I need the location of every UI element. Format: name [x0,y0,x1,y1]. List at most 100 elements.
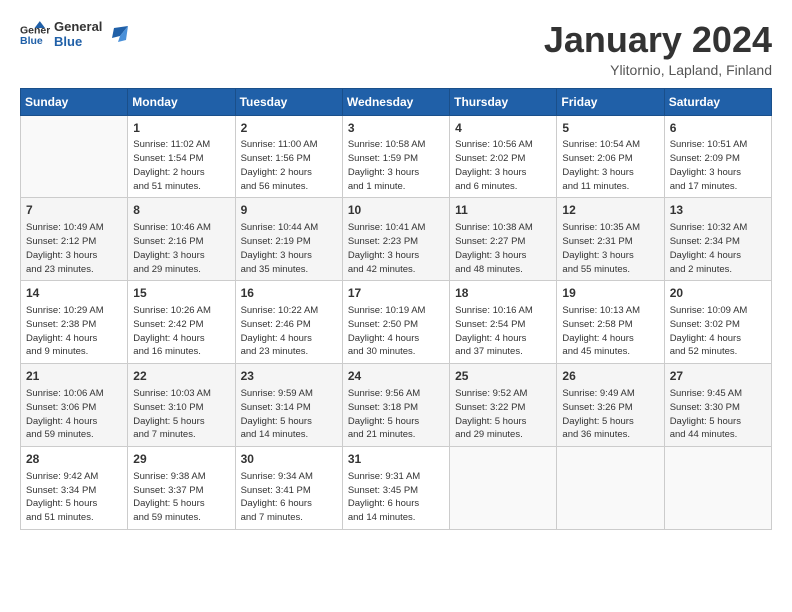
day-info: Sunrise: 10:56 AMSunset: 2:02 PMDaylight… [455,138,551,193]
day-info: Sunrise: 9:34 AMSunset: 3:41 PMDaylight:… [241,470,337,525]
calendar-cell: 3Sunrise: 10:58 AMSunset: 1:59 PMDayligh… [342,115,449,198]
calendar-cell: 1Sunrise: 11:02 AMSunset: 1:54 PMDayligh… [128,115,235,198]
calendar-cell: 22 Sunrise: 10:03 AMSunset: 3:10 PMDaylig… [128,364,235,447]
calendar-cell: 19Sunrise: 10:13 AMSunset: 2:58 PMDaylig… [557,281,664,364]
weekday-header-monday: Monday [128,88,235,115]
day-info: Sunrise: 10:35 AMSunset: 2:31 PMDaylight… [562,221,658,276]
calendar-cell: 5Sunrise: 10:54 AMSunset: 2:06 PMDayligh… [557,115,664,198]
logo-general-text: General [54,20,102,35]
day-info: Sunrise: 9:59 AMSunset: 3:14 PMDaylight:… [241,387,337,442]
day-number: 13 [670,202,766,219]
day-number: 22 [133,368,229,385]
day-info: Sunrise: 10:32 AMSunset: 2:34 PMDaylight… [670,221,766,276]
day-info: Sunrise: 11:00 AMSunset: 1:56 PMDaylight… [241,138,337,193]
day-number: 6 [670,120,766,137]
calendar-cell: 29 Sunrise: 9:38 AMSunset: 3:37 PMDayligh… [128,447,235,530]
day-number: 2 [241,120,337,137]
day-number: 19 [562,285,658,302]
calendar-cell [450,447,557,530]
calendar-cell: 7 Sunrise: 10:49 AMSunset: 2:12 PMDayligh… [21,198,128,281]
day-number: 8 [133,202,229,219]
day-info: Sunrise: 9:45 AMSunset: 3:30 PMDaylight:… [670,387,766,442]
weekday-header-friday: Friday [557,88,664,115]
calendar-cell: 26 Sunrise: 9:49 AMSunset: 3:26 PMDayligh… [557,364,664,447]
calendar-cell: 20Sunrise: 10:09 AMSunset: 3:02 PMDaylig… [664,281,771,364]
day-info: Sunrise: 9:52 AMSunset: 3:22 PMDaylight:… [455,387,551,442]
day-number: 23 [241,368,337,385]
day-number: 4 [455,120,551,137]
logo-blue-text: Blue [54,35,102,50]
day-number: 31 [348,451,444,468]
calendar-cell: 30Sunrise: 9:34 AMSunset: 3:41 PMDayligh… [235,447,342,530]
day-number: 14 [26,285,122,302]
day-info: Sunrise: 10:46 AMSunset: 2:16 PMDaylight… [133,221,229,276]
logo: General Blue General Blue [20,20,128,50]
calendar-cell: 27 Sunrise: 9:45 AMSunset: 3:30 PMDayligh… [664,364,771,447]
day-info: Sunrise: 9:49 AMSunset: 3:26 PMDaylight:… [562,387,658,442]
calendar-week-5: 28 Sunrise: 9:42 AMSunset: 3:34 PMDayligh… [21,447,772,530]
day-number: 9 [241,202,337,219]
month-title: January 2024 [544,20,772,60]
calendar-cell: 28 Sunrise: 9:42 AMSunset: 3:34 PMDayligh… [21,447,128,530]
calendar-week-2: 7 Sunrise: 10:49 AMSunset: 2:12 PMDayligh… [21,198,772,281]
day-info: Sunrise: 10:29 AMSunset: 2:38 PMDaylight… [26,304,122,359]
calendar-week-3: 14 Sunrise: 10:29 AMSunset: 2:38 PMDaylig… [21,281,772,364]
calendar-header: SundayMondayTuesdayWednesdayThursdayFrid… [21,88,772,115]
day-number: 5 [562,120,658,137]
page-header: General Blue General Blue January 2024 Y… [20,20,772,78]
calendar-cell: 16 Sunrise: 10:22 AMSunset: 2:46 PMDaylig… [235,281,342,364]
day-info: Sunrise: 10:22 AMSunset: 2:46 PMDaylight… [241,304,337,359]
calendar-table: SundayMondayTuesdayWednesdayThursdayFrid… [20,88,772,530]
day-info: Sunrise: 10:38 AMSunset: 2:27 PMDaylight… [455,221,551,276]
logo-bird-icon [106,24,128,46]
calendar-cell: 24 Sunrise: 9:56 AMSunset: 3:18 PMDayligh… [342,364,449,447]
calendar-cell: 6Sunrise: 10:51 AMSunset: 2:09 PMDayligh… [664,115,771,198]
calendar-cell: 15Sunrise: 10:26 AMSunset: 2:42 PMDaylig… [128,281,235,364]
day-number: 29 [133,451,229,468]
day-number: 24 [348,368,444,385]
calendar-cell [21,115,128,198]
calendar-cell: 14 Sunrise: 10:29 AMSunset: 2:38 PMDaylig… [21,281,128,364]
day-info: Sunrise: 10:19 AMSunset: 2:50 PMDaylight… [348,304,444,359]
day-number: 18 [455,285,551,302]
day-number: 3 [348,120,444,137]
calendar-cell: 10Sunrise: 10:41 AMSunset: 2:23 PMDaylig… [342,198,449,281]
calendar-cell: 2Sunrise: 11:00 AMSunset: 1:56 PMDayligh… [235,115,342,198]
weekday-header-tuesday: Tuesday [235,88,342,115]
weekday-header-sunday: Sunday [21,88,128,115]
calendar-cell: 4Sunrise: 10:56 AMSunset: 2:02 PMDayligh… [450,115,557,198]
calendar-cell: 17 Sunrise: 10:19 AMSunset: 2:50 PMDaylig… [342,281,449,364]
day-info: Sunrise: 10:26 AMSunset: 2:42 PMDaylight… [133,304,229,359]
calendar-week-4: 21Sunrise: 10:06 AMSunset: 3:06 PMDaylig… [21,364,772,447]
day-number: 17 [348,285,444,302]
day-info: Sunrise: 10:51 AMSunset: 2:09 PMDaylight… [670,138,766,193]
day-number: 12 [562,202,658,219]
day-info: Sunrise: 10:09 AMSunset: 3:02 PMDaylight… [670,304,766,359]
day-info: Sunrise: 10:44 AMSunset: 2:19 PMDaylight… [241,221,337,276]
day-info: Sunrise: 10:49 AMSunset: 2:12 PMDaylight… [26,221,122,276]
calendar-week-1: 1Sunrise: 11:02 AMSunset: 1:54 PMDayligh… [21,115,772,198]
day-number: 7 [26,202,122,219]
weekday-header-thursday: Thursday [450,88,557,115]
day-info: Sunrise: 9:31 AMSunset: 3:45 PMDaylight:… [348,470,444,525]
day-number: 27 [670,368,766,385]
location-subtitle: Ylitornio, Lapland, Finland [544,62,772,78]
day-number: 16 [241,285,337,302]
day-number: 21 [26,368,122,385]
svg-text:Blue: Blue [20,35,43,47]
day-info: Sunrise: 9:38 AMSunset: 3:37 PMDaylight:… [133,470,229,525]
day-number: 11 [455,202,551,219]
calendar-cell: 23 Sunrise: 9:59 AMSunset: 3:14 PMDayligh… [235,364,342,447]
day-info: Sunrise: 10:41 AMSunset: 2:23 PMDaylight… [348,221,444,276]
calendar-cell: 21Sunrise: 10:06 AMSunset: 3:06 PMDaylig… [21,364,128,447]
day-number: 28 [26,451,122,468]
day-info: Sunrise: 9:56 AMSunset: 3:18 PMDaylight:… [348,387,444,442]
day-info: Sunrise: 10:03 AMSunset: 3:10 PMDaylight… [133,387,229,442]
calendar-cell: 13 Sunrise: 10:32 AMSunset: 2:34 PMDaylig… [664,198,771,281]
day-number: 26 [562,368,658,385]
day-info: Sunrise: 10:54 AMSunset: 2:06 PMDaylight… [562,138,658,193]
day-number: 25 [455,368,551,385]
day-number: 1 [133,120,229,137]
calendar-cell: 31 Sunrise: 9:31 AMSunset: 3:45 PMDayligh… [342,447,449,530]
day-info: Sunrise: 9:42 AMSunset: 3:34 PMDaylight:… [26,470,122,525]
